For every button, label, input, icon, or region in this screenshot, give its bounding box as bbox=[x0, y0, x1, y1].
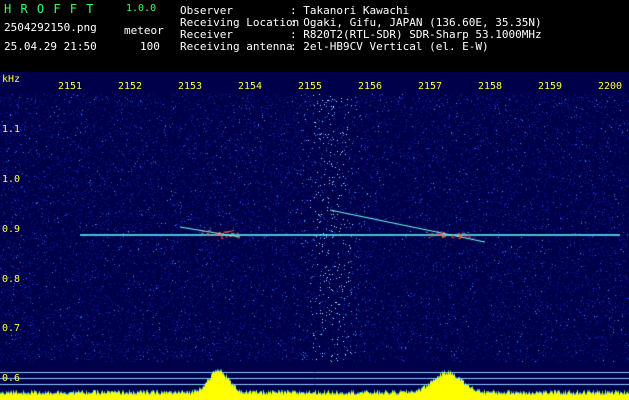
antenna-value: : 2el-HB9CV Vertical (el. E-W) bbox=[290, 40, 489, 53]
x-tick-2151: 2151 bbox=[58, 81, 83, 92]
x-tick-2200: 2200 bbox=[598, 81, 623, 92]
x-tick-2154: 2154 bbox=[238, 81, 263, 92]
x-tick-2157: 2157 bbox=[418, 81, 443, 92]
header-panel: H R O F F T 1.0.0 2504292150.png meteor … bbox=[0, 0, 629, 72]
file-name: 2504292150.png bbox=[4, 21, 97, 34]
app-title: H R O F F T bbox=[4, 2, 95, 16]
y-tick-0-6: 0.6 bbox=[2, 373, 21, 384]
x-tick-2152: 2152 bbox=[118, 81, 143, 92]
date-time: 25.04.29 21:50 bbox=[4, 40, 97, 53]
y-tick-0-7: 0.7 bbox=[2, 323, 21, 334]
mode-label: meteor bbox=[124, 24, 164, 37]
spectrogram-canvas bbox=[0, 72, 629, 400]
y-tick-0-8: 0.8 bbox=[2, 274, 21, 285]
x-tick-2156: 2156 bbox=[358, 81, 383, 92]
y-tick-1-1: 1.1 bbox=[2, 124, 21, 135]
y-tick-1-0: 1.0 bbox=[2, 174, 21, 185]
app-version: 1.0.0 bbox=[126, 3, 157, 14]
x-tick-2159: 2159 bbox=[538, 81, 563, 92]
unit-label: kHz bbox=[2, 74, 21, 85]
x-tick-2153: 2153 bbox=[178, 81, 203, 92]
x-tick-2158: 2158 bbox=[478, 81, 503, 92]
y-tick-0-9: 0.9 bbox=[2, 224, 21, 235]
antenna-label: Receiving antenna bbox=[180, 40, 293, 53]
x-tick-2155: 2155 bbox=[298, 81, 323, 92]
count-value: 100 bbox=[140, 40, 160, 53]
